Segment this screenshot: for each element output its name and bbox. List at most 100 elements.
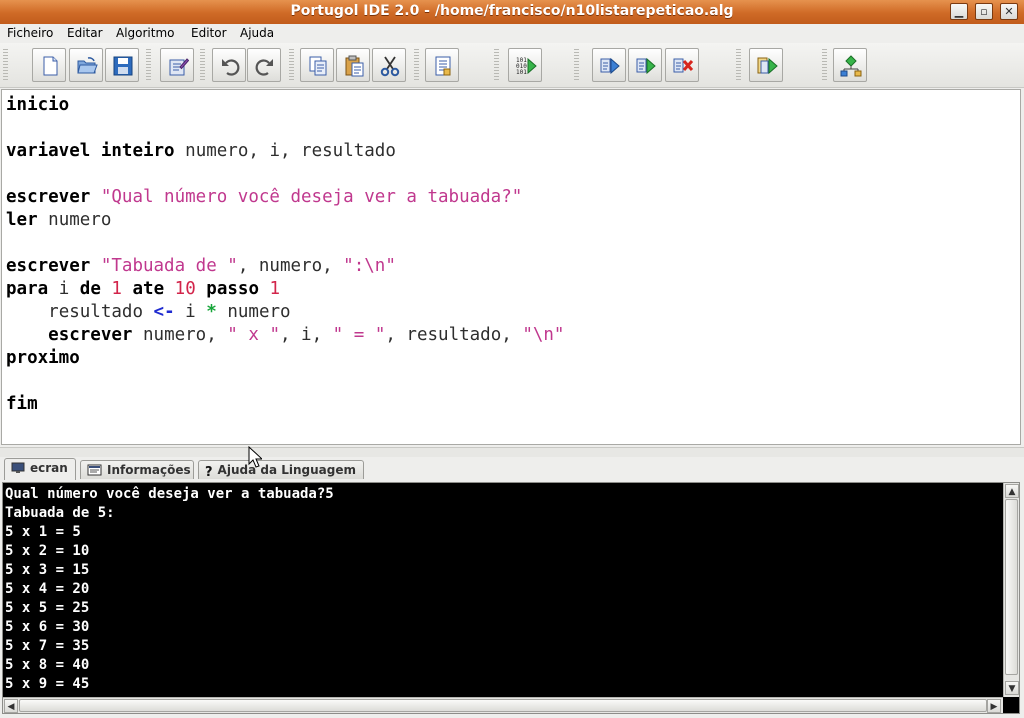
code-line-5: escrever "Qual número você deseja ver a … — [6, 187, 522, 209]
arrow-left-icon: ◀ — [7, 702, 15, 712]
console-text-area: Qual número você deseja ver a tabuada?5 … — [5, 485, 1001, 693]
open-folder-icon — [77, 57, 98, 74]
string-literal: "\n" — [522, 325, 565, 345]
vertical-scroll-thumb[interactable] — [1005, 499, 1018, 675]
split-pane-divider[interactable] — [0, 447, 1024, 457]
toolbar-grip[interactable] — [200, 49, 205, 81]
compile-binary-icon: 101010101 — [516, 57, 537, 76]
redo-button[interactable] — [247, 48, 281, 82]
console-line: Tabuada de 5: — [5, 505, 115, 521]
keyword: inicio — [6, 95, 70, 115]
string-literal: "Tabuada de " — [100, 256, 238, 276]
scroll-left-button[interactable]: ◀ — [4, 699, 18, 713]
horizontal-scrollbar[interactable]: ◀ ▶ — [3, 697, 1003, 713]
code-line-14: fim — [6, 394, 38, 416]
close-button[interactable]: ✕ — [1000, 3, 1018, 20]
console-line: Qual número você deseja ver a tabuada?5 — [5, 486, 334, 502]
code-line-10: resultado <- i * numero — [6, 302, 291, 324]
string-literal: " x " — [227, 325, 280, 345]
tab-label: ecran — [30, 461, 68, 475]
toolbar-grip[interactable] — [736, 49, 741, 81]
scroll-down-button[interactable]: ▼ — [1005, 681, 1019, 695]
tab-ecran[interactable]: ecran — [4, 458, 76, 480]
scroll-right-button[interactable]: ▶ — [987, 699, 1001, 713]
maximize-icon: ▫ — [980, 5, 988, 18]
code-text: , i, — [279, 325, 333, 345]
new-file-button[interactable] — [32, 48, 66, 82]
tab-informacoes[interactable]: Informações — [80, 460, 194, 479]
code-line-6: ler numero — [6, 210, 111, 232]
save-button[interactable] — [105, 48, 139, 82]
toolbar-grip[interactable] — [289, 49, 294, 81]
run-step-button[interactable] — [592, 48, 626, 82]
toolbar-grip[interactable] — [494, 49, 499, 81]
question-icon: ? — [205, 465, 213, 480]
code-editor[interactable]: inicio variavel inteiro numero, i, resul… — [1, 89, 1021, 445]
console-line: 5 x 2 = 10 — [5, 543, 90, 559]
identifier: numero — [227, 302, 291, 322]
document-list-icon — [435, 56, 451, 76]
number-literal: 10 — [174, 279, 196, 299]
toolbar-grip[interactable] — [414, 49, 419, 81]
cut-scissors-icon — [380, 56, 400, 77]
console-line: 5 x 7 = 35 — [5, 638, 90, 654]
number-literal: 1 — [111, 279, 122, 299]
tab-label: Ajuda da Linguagem — [217, 463, 356, 477]
identifier: i — [58, 279, 70, 299]
minimize-button[interactable]: ▁ — [950, 3, 968, 20]
title-bar: Portugol IDE 2.0 - /home/francisco/n10li… — [0, 0, 1024, 25]
mouse-pointer-icon — [248, 445, 264, 472]
flowchart-button[interactable] — [833, 48, 867, 82]
toolbar-grip[interactable] — [574, 49, 579, 81]
run-debug-button[interactable] — [749, 48, 783, 82]
toolbar-grip[interactable] — [822, 49, 827, 81]
scroll-up-button[interactable]: ▲ — [1005, 484, 1019, 498]
stop-button[interactable] — [665, 48, 699, 82]
arrow-right-icon: ▶ — [990, 702, 998, 712]
flowchart-icon — [840, 55, 862, 77]
edit-document-button[interactable] — [160, 48, 194, 82]
menu-editar[interactable]: Editar — [67, 26, 103, 40]
redo-icon — [255, 59, 273, 76]
code-line-9: para i de 1 ate 10 passo 1 — [6, 279, 280, 301]
toolbar-grip[interactable] — [146, 49, 151, 81]
code-line-11: escrever numero, " x ", i, " = ", result… — [6, 325, 564, 347]
keyword: proximo — [6, 348, 80, 368]
paste-button[interactable] — [336, 48, 370, 82]
code-text: numero, — [143, 325, 228, 345]
stop-icon — [673, 58, 694, 73]
keyword: para — [6, 279, 49, 299]
copy-button[interactable] — [300, 48, 334, 82]
run-button[interactable] — [628, 48, 662, 82]
menu-algoritmo[interactable]: Algoritmo — [116, 26, 175, 40]
identifier: numero — [48, 210, 112, 230]
menu-ficheiro[interactable]: Ficheiro — [7, 26, 53, 40]
menu-editor[interactable]: Editor — [191, 26, 227, 40]
toolbar-grip[interactable] — [3, 49, 8, 81]
code-line-1: inicio — [6, 95, 69, 117]
maximize-button[interactable]: ▫ — [975, 3, 993, 20]
code-line-8: escrever "Tabuada de ", numero, ":\n" — [6, 256, 396, 278]
code-text: , numero, — [237, 256, 344, 276]
string-literal: " = " — [332, 325, 386, 345]
horizontal-scroll-thumb[interactable] — [19, 699, 987, 712]
tab-label: Informações — [107, 463, 191, 477]
open-button[interactable] — [69, 48, 103, 82]
number-literal: 1 — [269, 279, 281, 299]
undo-button[interactable] — [212, 48, 246, 82]
console-output[interactable]: Qual número você deseja ver a tabuada?5 … — [2, 482, 1020, 714]
cut-button[interactable] — [372, 48, 406, 82]
console-line: 5 x 3 = 15 — [5, 562, 90, 578]
menu-ajuda[interactable]: Ajuda — [240, 26, 274, 40]
tab-ajuda-linguagem[interactable]: ? Ajuda da Linguagem — [198, 460, 364, 480]
code-line-12: proximo — [6, 348, 80, 370]
identifier-list: numero, i, resultado — [185, 141, 396, 161]
run-step-icon — [600, 57, 620, 75]
run-debug-icon — [757, 57, 778, 75]
compile-button[interactable]: 101 010 101 — [508, 48, 542, 82]
document-list-button[interactable] — [425, 48, 459, 82]
info-panel-icon — [87, 464, 102, 479]
code-text: , resultado, — [385, 325, 523, 345]
vertical-scrollbar[interactable]: ▲ ▼ — [1003, 483, 1019, 697]
keyword: de — [79, 279, 101, 299]
